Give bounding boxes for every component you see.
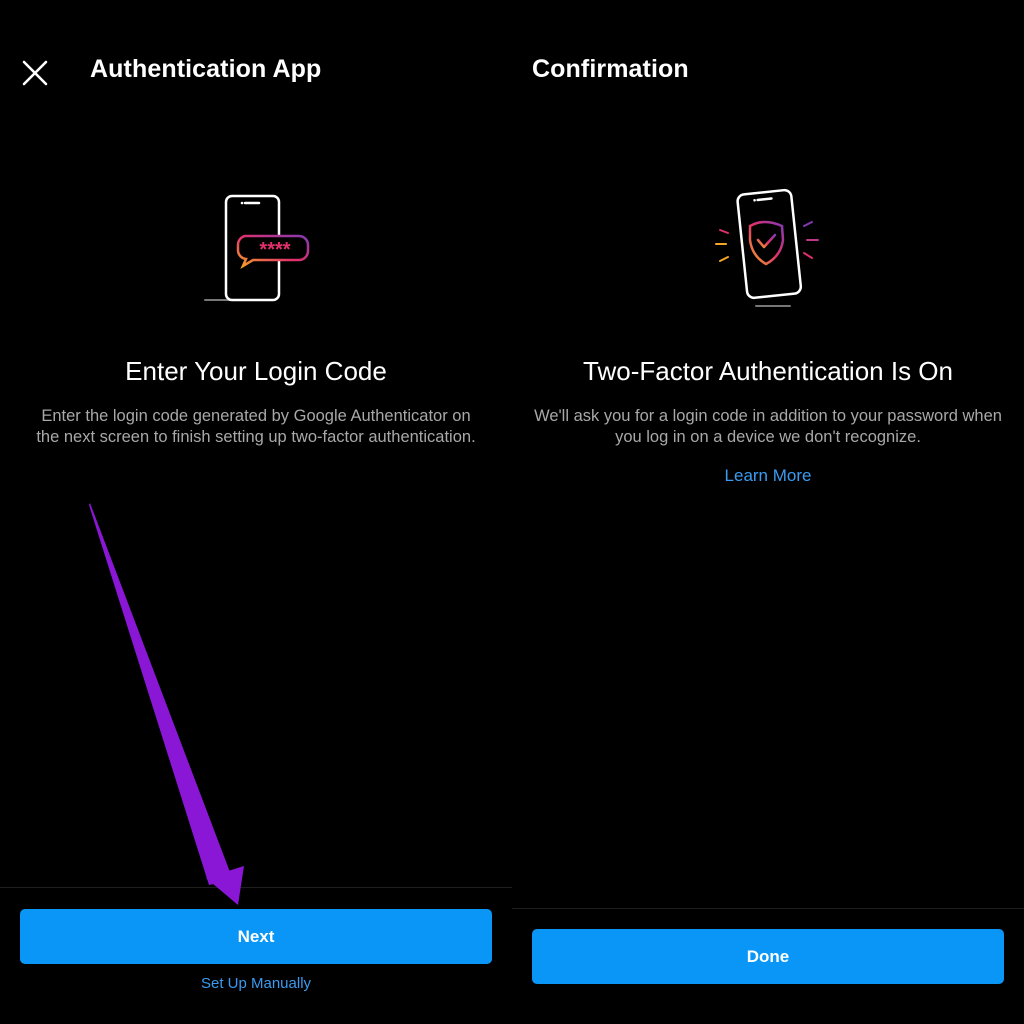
section-heading: Enter Your Login Code [125,356,387,386]
section-heading: Two-Factor Authentication Is On [583,356,953,386]
description-text: We'll ask you for a login code in additi… [534,407,1002,446]
page-title: Confirmation [532,55,689,83]
set-up-manually-link[interactable]: Set Up Manually [0,975,512,992]
next-button[interactable]: Next [20,909,492,964]
done-button[interactable]: Done [532,929,1004,984]
confirmation-screen: Confirmation Two-Factor Authentication I… [512,0,1024,1024]
divider [512,908,1024,909]
authentication-app-screen: Authentication App **** Enter Your Login… [0,0,512,1024]
annotation-arrow-icon [89,503,244,905]
code-mask: **** [259,239,290,261]
phone-shield-check-icon [712,180,827,315]
close-icon[interactable] [18,56,52,90]
page-title: Authentication App [90,55,322,83]
divider [0,887,512,888]
phone-login-code-icon: **** [195,185,320,310]
learn-more-link[interactable]: Learn More [512,466,1024,486]
description-text: Enter the login code generated by Google… [36,407,476,446]
